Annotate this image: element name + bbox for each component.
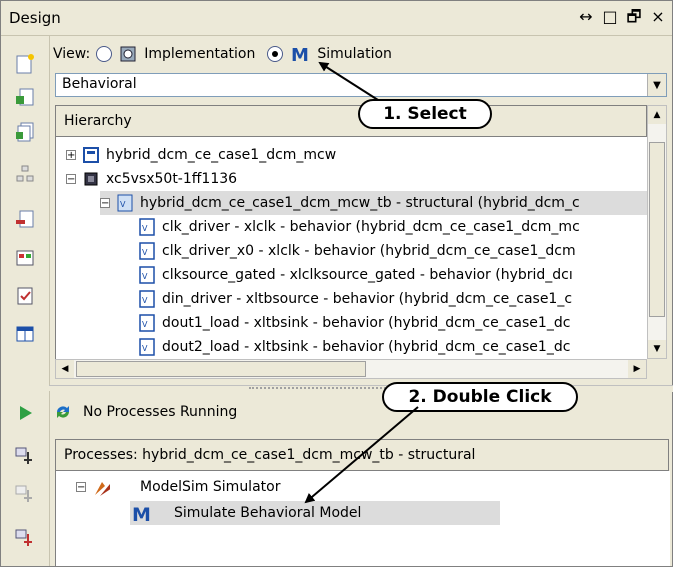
process-row-label: Simulate Behavioral Model [174, 505, 362, 521]
open-view-icon[interactable] [13, 527, 37, 551]
collapse-icon[interactable]: − [76, 482, 86, 493]
tree-row-label: din_driver - xltbsource - behavior (hybr… [162, 291, 573, 307]
processes-header: Processes: hybrid_dcm_ce_case1_dcm_mcw_t… [55, 439, 669, 471]
expand-icon[interactable]: + [66, 150, 76, 161]
svg-text:V: V [142, 296, 148, 305]
scroll-down-icon[interactable]: ▼ [648, 340, 666, 358]
panel-titlebar: Design ↔ □ 🗗 × [1, 1, 672, 36]
modelsim-tools-icon [92, 478, 110, 496]
processes-tree: − ModelSim Simulator M Simulate Behavior… [55, 471, 670, 566]
tree-row-label: hybrid_dcm_ce_case1_dcm_mcw_tb - structu… [140, 195, 580, 211]
implementation-label[interactable]: Implementation [144, 46, 255, 62]
process-row-selected[interactable]: M Simulate Behavioral Model [130, 501, 500, 525]
process-row-label: ModelSim Simulator [140, 479, 281, 495]
hierarchy-title: Hierarchy [64, 113, 132, 129]
tree-row[interactable]: + hybrid_dcm_ce_case1_dcm_mcw [66, 143, 336, 167]
simulation-label[interactable]: Simulation [317, 46, 392, 62]
vhdl-icon: V [138, 218, 156, 236]
view-selector: View: Implementation M Simulation [53, 39, 671, 69]
tree-row-label: clk_driver_x0 - xlclk - behavior (hybrid… [162, 243, 576, 259]
modelsim-m-icon: M [289, 44, 311, 64]
tree-row[interactable]: V din_driver - xltbsource - behavior (hy… [138, 287, 572, 311]
svg-text:V: V [142, 344, 148, 353]
hierarchy-horizontal-scrollbar[interactable]: ◀ ▶ [55, 359, 647, 379]
new-source-icon[interactable] [13, 52, 37, 76]
vhdl-icon: V [138, 338, 156, 356]
process-status-text: No Processes Running [83, 404, 238, 420]
tree-row[interactable]: V dout2_load - xltbsink - behavior (hybr… [138, 335, 570, 359]
hierarchy-vertical-scrollbar[interactable]: ▲ ▼ [647, 105, 667, 359]
simulation-radio[interactable] [267, 46, 284, 62]
float-icon[interactable]: ↔ [578, 7, 594, 27]
collapse-icon[interactable]: − [66, 174, 76, 185]
run-icon[interactable] [13, 401, 37, 425]
process-status: No Processes Running [53, 397, 237, 427]
hierarchy-header: Hierarchy [55, 105, 647, 137]
properties-icon[interactable] [13, 246, 37, 270]
tree-row[interactable]: V clksource_gated - xlclksource_gated - … [138, 263, 573, 287]
window-controls: ↔ □ 🗗 × [578, 7, 666, 27]
table-icon[interactable] [13, 322, 37, 346]
tree-row[interactable]: V dout1_load - xltbsink - behavior (hybr… [138, 311, 570, 335]
add-source-icon[interactable] [13, 86, 37, 110]
tree-row-label: dout1_load - xltbsink - behavior (hybrid… [162, 315, 571, 331]
add-copy-source-icon[interactable] [13, 120, 37, 144]
chip-icon [82, 170, 100, 188]
callout-select: 1. Select [358, 99, 492, 129]
check-icon[interactable] [13, 284, 37, 308]
svg-text:V: V [142, 224, 148, 233]
svg-text:M: M [291, 45, 309, 64]
svg-text:M: M [132, 504, 151, 523]
hierarchy-tree: + hybrid_dcm_ce_case1_dcm_mcw − xc5vsx50… [55, 137, 648, 359]
processes-title: Processes: hybrid_dcm_ce_case1_dcm_mcw_t… [64, 447, 476, 463]
file-icon [82, 146, 100, 164]
svg-text:V: V [120, 200, 126, 209]
tree-row-label: hybrid_dcm_ce_case1_dcm_mcw [106, 147, 337, 163]
scroll-thumb[interactable] [76, 361, 366, 377]
vhdl-icon: V [138, 242, 156, 260]
pane-splitter[interactable] [49, 385, 673, 392]
collapse-icon[interactable]: − [100, 198, 110, 209]
rerun-all-icon[interactable] [13, 445, 37, 469]
process-toolbar [1, 391, 50, 566]
chevron-down-icon[interactable]: ▼ [647, 74, 666, 96]
vhdl-icon: V [116, 194, 134, 212]
vhdl-icon: V [138, 314, 156, 332]
design-toolbar [1, 36, 50, 388]
tree-row-label: dout2_load - xltbsink - behavior (hybrid… [162, 339, 571, 355]
scroll-left-icon[interactable]: ◀ [56, 360, 74, 378]
tree-row[interactable]: − xc5vsx50t-1ff1136 [66, 167, 237, 191]
vhdl-icon: V [138, 266, 156, 284]
remove-source-icon[interactable] [13, 208, 37, 232]
tree-row-label: xc5vsx50t-1ff1136 [106, 171, 238, 187]
scroll-thumb[interactable] [649, 142, 665, 317]
view-label: View: [53, 46, 91, 62]
mode-select-value: Behavioral [62, 76, 137, 92]
svg-text:V: V [142, 272, 148, 281]
process-row[interactable]: − ModelSim Simulator [76, 475, 280, 499]
panel-title: Design [9, 9, 61, 27]
gear-chip-icon [118, 44, 138, 64]
tree-row[interactable]: V clk_driver_x0 - xlclk - behavior (hybr… [138, 239, 576, 263]
design-panel: Design ↔ □ 🗗 × View: Implementation M Si… [0, 0, 673, 567]
svg-text:V: V [142, 248, 148, 257]
close-icon[interactable]: × [650, 7, 666, 27]
modelsim-m-icon: M [130, 503, 152, 523]
stop-icon[interactable] [13, 483, 37, 507]
hierarchy-grid-icon[interactable] [13, 162, 37, 186]
vhdl-icon: V [138, 290, 156, 308]
restore-icon[interactable]: 🗗 [626, 7, 642, 27]
tree-row-label: clk_driver - xlclk - behavior (hybrid_dc… [162, 219, 580, 235]
scroll-right-icon[interactable]: ▶ [628, 360, 646, 378]
maximize-icon[interactable]: □ [602, 7, 618, 27]
refresh-icon [53, 402, 73, 422]
tree-row[interactable]: V clk_driver - xlclk - behavior (hybrid_… [138, 215, 580, 239]
tree-row-selected[interactable]: − V hybrid_dcm_ce_case1_dcm_mcw_tb - str… [100, 191, 648, 215]
tree-row-label: clksource_gated - xlclksource_gated - be… [162, 267, 573, 283]
implementation-radio[interactable] [96, 46, 113, 62]
svg-text:V: V [142, 320, 148, 329]
scroll-up-icon[interactable]: ▲ [648, 106, 666, 124]
mode-select[interactable]: Behavioral ▼ [55, 73, 667, 97]
callout-double-click: 2. Double Click [382, 382, 578, 412]
